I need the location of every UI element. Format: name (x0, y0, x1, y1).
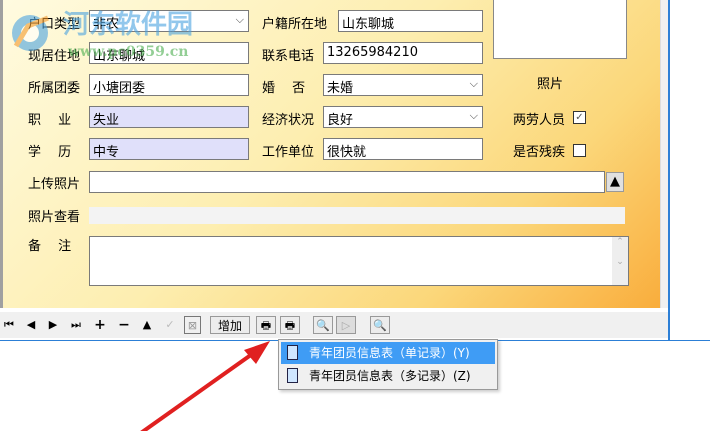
red-arrow-icon (140, 341, 270, 431)
